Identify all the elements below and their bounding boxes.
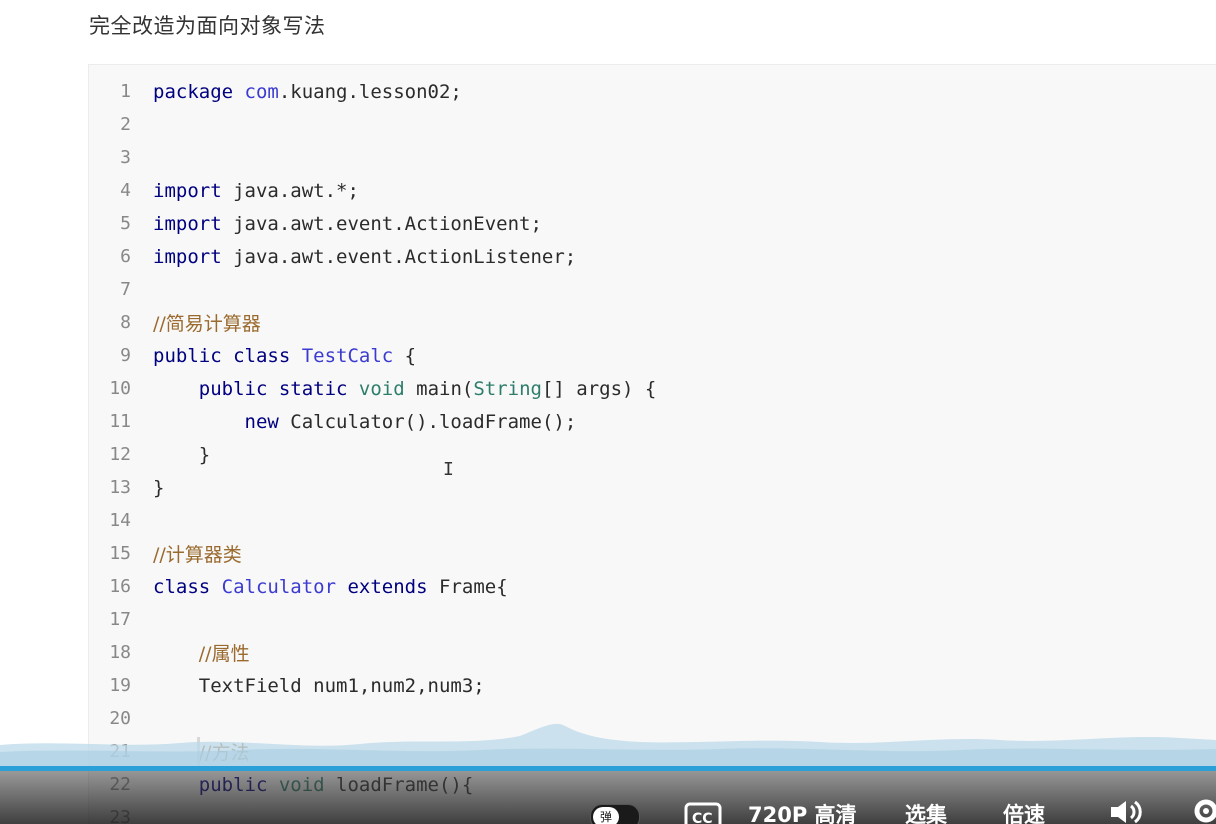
- line-number: 18: [109, 642, 131, 663]
- code-token: import: [153, 212, 234, 235]
- code-token: class: [153, 575, 222, 598]
- line-number: 8: [120, 312, 131, 333]
- line-number: 12: [109, 444, 131, 465]
- volume-icon[interactable]: [1108, 799, 1148, 824]
- code-token: {: [393, 344, 417, 367]
- speed-button[interactable]: 倍速: [1003, 799, 1045, 824]
- code-line: 14: [89, 504, 1216, 537]
- line-number: 5: [120, 213, 131, 234]
- line-number: 16: [109, 576, 131, 597]
- code-token: //属性: [198, 643, 250, 665]
- line-number: 4: [120, 180, 131, 201]
- danmaku-toggle[interactable]: 弹: [590, 804, 640, 824]
- section-heading: 完全改造为面向对象写法: [89, 14, 326, 38]
- code-line: 9 public class TestCalc {: [89, 339, 1216, 372]
- text-cursor-icon: I: [443, 459, 454, 480]
- code-text: package com.kuang.lesson02;: [153, 81, 462, 103]
- code-text: }: [153, 444, 210, 466]
- code-text: //简易计算器: [153, 309, 261, 336]
- code-line: 7: [89, 273, 1216, 306]
- code-text: public static void main(String[] args) {: [153, 377, 657, 400]
- code-text: TextField num1,num2,num3;: [153, 675, 485, 697]
- episodes-button[interactable]: 选集: [905, 799, 947, 824]
- line-number: 7: [120, 279, 131, 300]
- code-line: 10 public static void main(String[] args…: [89, 372, 1216, 405]
- code-token: package: [153, 80, 245, 103]
- line-number: 2: [120, 114, 131, 135]
- line-number: 13: [109, 477, 131, 498]
- code-token: .kuang.lesson02;: [278, 80, 462, 103]
- code-token: TestCalc: [301, 344, 394, 367]
- code-token: java.awt.event.ActionEvent;: [233, 212, 542, 235]
- code-line: 12 }: [89, 438, 1216, 471]
- code-line: 5 import java.awt.event.ActionEvent;: [89, 207, 1216, 240]
- code-token: TextField num1,num2,num3;: [153, 674, 485, 697]
- line-number: 11: [109, 411, 131, 432]
- code-text: //属性: [153, 639, 250, 666]
- code-token: java.awt.event.ActionListener;: [233, 245, 577, 268]
- code-line: 16 class Calculator extends Frame{: [89, 570, 1216, 603]
- code-text: import java.awt.event.ActionEvent;: [153, 213, 542, 235]
- line-number: 9: [120, 345, 131, 366]
- line-number: 3: [120, 147, 131, 168]
- code-token: }: [153, 476, 165, 499]
- code-token: extends: [347, 575, 439, 598]
- code-token: void: [358, 377, 417, 400]
- line-number: 17: [109, 609, 131, 630]
- code-token: new: [244, 410, 291, 433]
- code-token: java.awt.*;: [233, 179, 359, 202]
- line-number: 10: [109, 378, 131, 399]
- code-token: main(: [416, 377, 474, 400]
- line-number: 1: [120, 81, 131, 102]
- code-token: //简易计算器: [153, 313, 261, 335]
- code-token: Calculator().loadFrame();: [290, 410, 577, 433]
- code-line: 4 import java.awt.*;: [89, 174, 1216, 207]
- code-token: Frame{: [439, 575, 508, 598]
- code-text: }: [153, 477, 164, 499]
- code-token: public static: [198, 377, 359, 400]
- code-text: //计算器类: [153, 540, 242, 567]
- code-line: 2: [89, 108, 1216, 141]
- code-text: class Calculator extends Frame{: [153, 576, 508, 598]
- code-text: public class TestCalc {: [153, 345, 416, 367]
- code-line: 17: [89, 603, 1216, 636]
- audio-waveform: [0, 723, 1216, 770]
- code-line: 13}: [89, 471, 1216, 504]
- quality-button[interactable]: 720P 高清: [748, 799, 857, 824]
- code-token: public class: [153, 344, 302, 367]
- code-token: }: [153, 443, 211, 466]
- subtitle-icon[interactable]: CC: [684, 801, 722, 824]
- line-number: 19: [109, 675, 131, 696]
- code-token: [] args) {: [541, 377, 657, 400]
- code-token: String: [473, 377, 542, 400]
- code-token: //计算器类: [153, 544, 242, 566]
- danmaku-toggle-knob: 弹: [593, 807, 619, 824]
- code-text: import java.awt.*;: [153, 180, 359, 202]
- code-line: 15 //计算器类: [89, 537, 1216, 570]
- code-line: 6 import java.awt.event.ActionListener;: [89, 240, 1216, 273]
- code-token: com: [244, 80, 279, 103]
- code-line: 11 new Calculator().loadFrame();: [89, 405, 1216, 438]
- code-line: 18 //属性: [89, 636, 1216, 669]
- svg-text:CC: CC: [692, 811, 713, 824]
- code-line: 8 //简易计算器: [89, 306, 1216, 339]
- line-number: 14: [109, 510, 131, 531]
- line-number: 6: [120, 246, 131, 267]
- gear-icon[interactable]: [1192, 797, 1216, 824]
- code-text: import java.awt.event.ActionListener;: [153, 246, 576, 268]
- code-line: 3: [89, 141, 1216, 174]
- code-line: 19 TextField num1,num2,num3;: [89, 669, 1216, 702]
- line-number: 15: [109, 543, 131, 564]
- player-control-bar: 弹 CC 720P 高清 选集 倍速: [0, 771, 1216, 824]
- page: 完全改造为面向对象写法 1 package com.kuang.lesson02;…: [0, 0, 1216, 824]
- code-text: new Calculator().loadFrame();: [153, 410, 577, 433]
- code-token: import: [153, 179, 234, 202]
- code-token: Calculator: [221, 575, 348, 598]
- code-line: 1 package com.kuang.lesson02;: [89, 75, 1216, 108]
- code-token: import: [153, 245, 234, 268]
